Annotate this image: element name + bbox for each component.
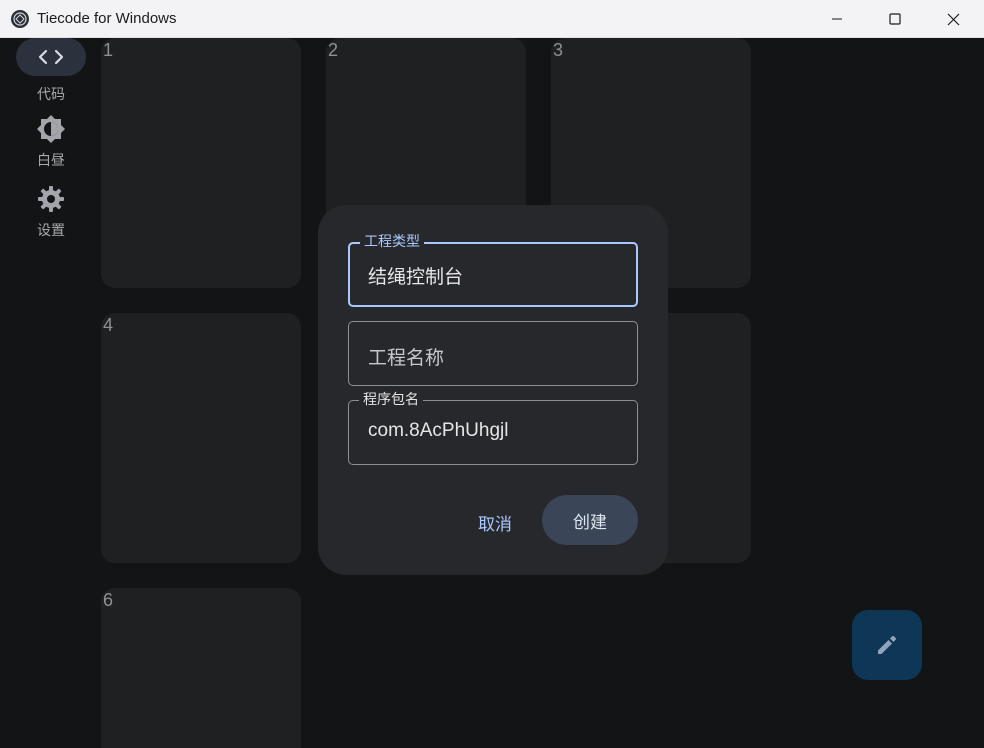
pencil-icon <box>878 635 897 654</box>
project-type-label: 工程类型 <box>360 233 424 251</box>
code-brackets-icon <box>38 49 64 65</box>
minimize-button[interactable] <box>808 0 866 38</box>
close-icon <box>947 13 959 25</box>
close-button[interactable] <box>924 0 982 38</box>
cancel-button[interactable]: 取消 <box>470 510 520 535</box>
rail-active-indicator <box>16 38 86 76</box>
project-name-input[interactable]: 工程名称 <box>348 321 638 386</box>
edit-fab-button[interactable] <box>852 610 922 680</box>
package-name-label: 程序包名 <box>359 391 423 409</box>
gear-icon <box>38 186 64 212</box>
project-card-4[interactable]: 4 <box>101 313 301 563</box>
rail-label-settings: 设置 <box>37 223 65 239</box>
package-name-input[interactable]: 程序包名 com.8AcPhUhgjl <box>348 391 638 465</box>
rail-item-daylight[interactable]: 白昼 <box>16 112 86 170</box>
project-name-placeholder: 工程名称 <box>368 347 445 369</box>
project-card-6[interactable]: 6 <box>101 588 301 748</box>
maximize-icon <box>889 13 901 25</box>
card-number: 2 <box>328 40 339 60</box>
brightness-icon <box>37 115 65 143</box>
project-card-1[interactable]: 1 <box>101 38 301 288</box>
rail-item-settings[interactable]: 设置 <box>16 182 86 240</box>
new-project-dialog: 工程类型 结绳控制台 工程名称 程序包名 com.8AcPhUhgjl 取消 创… <box>318 205 668 575</box>
card-number: 6 <box>103 590 114 610</box>
window-title: Tiecode for Windows <box>37 10 177 27</box>
card-number: 1 <box>103 40 114 60</box>
minimize-icon <box>832 18 842 20</box>
rail-label-daylight: 白昼 <box>37 153 65 169</box>
package-name-value: com.8AcPhUhgjl <box>368 420 509 441</box>
project-type-field[interactable]: 工程类型 结绳控制台 <box>348 233 638 307</box>
tiecode-app-icon <box>11 10 29 28</box>
title-bar: Tiecode for Windows <box>0 0 984 38</box>
create-button[interactable]: 创建 <box>542 495 638 545</box>
rail-label-code: 代码 <box>37 87 65 103</box>
maximize-button[interactable] <box>866 0 924 38</box>
project-type-value: 结绳控制台 <box>368 267 464 288</box>
card-number: 4 <box>103 315 114 335</box>
card-number: 3 <box>553 40 564 60</box>
rail-item-code[interactable]: 代码 <box>16 38 86 104</box>
